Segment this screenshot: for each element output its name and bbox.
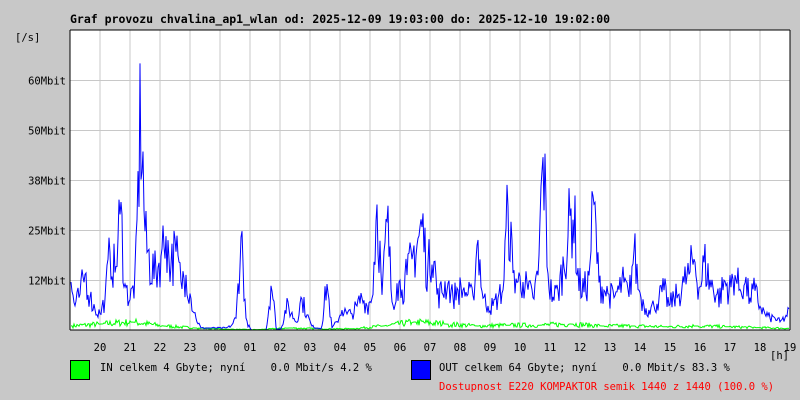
x-tick-label: 06: [394, 342, 407, 354]
legend-out-text: OUT celkem 64 Gbyte; nyní 0.0 Mbit/s 83.…: [439, 362, 730, 374]
x-tick-label: 00: [214, 342, 227, 354]
x-tick-label: 02: [274, 342, 287, 354]
x-tick-label: 14: [634, 342, 647, 354]
legend-in-swatch: [70, 360, 90, 380]
y-axis-label: [/s]: [15, 32, 40, 44]
legend-out-swatch: [411, 360, 431, 380]
x-tick-label: 01: [244, 342, 257, 354]
x-axis-label: [h]: [770, 350, 789, 362]
x-tick-label: 11: [544, 342, 557, 354]
x-tick-label: 21: [124, 342, 137, 354]
chart-title: Graf provozu chvalina_ap1_wlan od: 2025-…: [70, 12, 610, 27]
x-tick-label: 09: [484, 342, 497, 354]
x-tick-label: 23: [184, 342, 197, 354]
y-tick-label: 38Mbit: [28, 176, 66, 188]
x-tick-label: 10: [514, 342, 527, 354]
x-tick-label: 18: [754, 342, 767, 354]
y-tick-label: 12Mbit: [28, 276, 66, 288]
x-tick-label: 22: [154, 342, 167, 354]
y-tick-label: 25Mbit: [28, 226, 66, 238]
x-tick-label: 07: [424, 342, 437, 354]
x-tick-label: 17: [724, 342, 737, 354]
availability-text: Dostupnost E220 KOMPAKTOR semik 1440 z 1…: [439, 381, 774, 393]
x-tick-label: 12: [574, 342, 587, 354]
traffic-chart: Graf provozu chvalina_ap1_wlan od: 2025-…: [0, 0, 800, 400]
x-tick-label: 15: [664, 342, 677, 354]
x-tick-label: 20: [94, 342, 107, 354]
x-tick-label: 05: [364, 342, 377, 354]
y-tick-label: 60Mbit: [28, 76, 66, 88]
legend-in-text: IN celkem 4 Gbyte; nyní 0.0 Mbit/s 4.2 %: [100, 362, 373, 374]
x-tick-label: 04: [334, 342, 347, 354]
x-tick-label: 03: [304, 342, 317, 354]
y-tick-label: 50Mbit: [28, 126, 66, 138]
x-tick-label: 08: [454, 342, 467, 354]
x-tick-label: 16: [694, 342, 707, 354]
x-tick-label: 13: [604, 342, 617, 354]
